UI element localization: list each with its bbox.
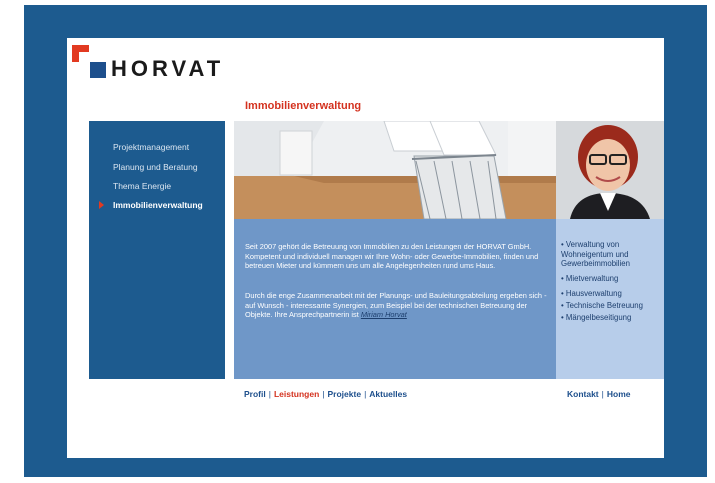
page: HORVAT Immobilienverwaltung Projektmanag… [67, 38, 664, 458]
contact-portrait [556, 121, 664, 219]
logo-text: HORVAT [111, 56, 225, 81]
description-panel: Seit 2007 gehört die Betreuung von Immob… [234, 219, 556, 379]
room-illustration [234, 121, 556, 219]
service-item: • Mängelbeseitigung [561, 313, 632, 322]
nav-kontakt[interactable]: Kontakt [567, 389, 599, 399]
sidebar-item-energie[interactable]: Thema Energie [113, 181, 171, 191]
nav-aktuelles[interactable]: Aktuelles [369, 389, 407, 399]
nav-separator: | [268, 389, 271, 399]
sidebar: Projektmanagement Planung und Beratung T… [89, 121, 225, 379]
active-arrow-icon [99, 201, 104, 209]
logo-cutout [79, 52, 89, 62]
sidebar-item-projektmanagement[interactable]: Projektmanagement [113, 142, 189, 152]
logo-blue-mark [90, 62, 106, 78]
nav-home[interactable]: Home [607, 389, 631, 399]
page-title: Immobilienverwaltung [245, 100, 362, 112]
nav-separator: | [322, 389, 325, 399]
service-item: • Technische Betreuung [561, 301, 643, 310]
nav-leistungen[interactable]: Leistungen [274, 389, 319, 399]
room-photo [234, 121, 556, 219]
nav-projekte[interactable]: Projekte [328, 389, 362, 399]
sidebar-item-immobilienverwaltung[interactable]: Immobilienverwaltung [113, 200, 203, 210]
portrait-illustration [556, 121, 664, 219]
synergy-paragraph: Durch die enge Zusammenarbeit mit der Pl… [245, 291, 550, 320]
service-item: • Mietverwaltung [561, 274, 619, 283]
footer-nav-main: Profil | Leistungen | Projekte | Aktuelles [244, 389, 407, 399]
service-item: • Hausverwaltung [561, 289, 622, 298]
footer-nav-meta: Kontakt | Home [567, 389, 630, 399]
logo[interactable]: HORVAT [67, 38, 267, 88]
services-panel: • Verwaltung von Wohneigentum und Gewerb… [556, 219, 664, 379]
intro-paragraph: Seit 2007 gehört die Betreuung von Immob… [245, 242, 539, 271]
service-item: • Verwaltung von Wohneigentum und Gewerb… [561, 240, 630, 269]
sidebar-item-planung[interactable]: Planung und Beratung [113, 162, 198, 172]
nav-separator: | [601, 389, 604, 399]
nav-profil[interactable]: Profil [244, 389, 266, 399]
contact-person-link[interactable]: Miriam Horvat [361, 310, 407, 319]
